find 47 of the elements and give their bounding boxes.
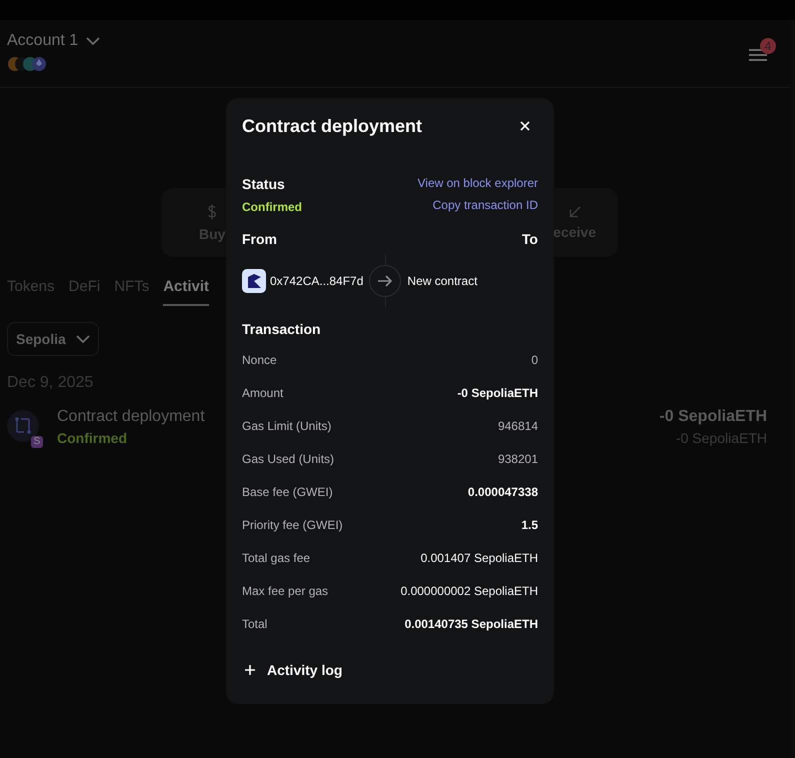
link[interactable]: Copy transaction ID xyxy=(432,198,538,212)
detail-value: 0.001407 SepoliaETH xyxy=(420,550,538,564)
detail-value: 0.000047338 xyxy=(468,484,538,498)
chevron-down-icon xyxy=(86,36,100,46)
notification-badge: 4 xyxy=(760,38,776,54)
account-selector[interactable]: Account 1 xyxy=(7,32,100,50)
section-label: Status xyxy=(242,176,286,192)
detail-value: 0.00140735 SepoliaETH xyxy=(404,616,538,630)
detail-value: 0 xyxy=(531,352,538,366)
detail-value: 938201 xyxy=(498,452,538,466)
dollar-icon xyxy=(207,204,218,220)
detail-value: 946814 xyxy=(498,418,538,432)
detail-value: -0 SepoliaETH xyxy=(457,386,538,400)
activity-title: Contract deployment xyxy=(57,408,205,426)
arrow-down-left-icon xyxy=(568,206,581,218)
menu-icon xyxy=(749,48,767,62)
section-label: To xyxy=(522,231,538,247)
detail-value: 1.5 xyxy=(521,518,538,532)
detail-label: Amount xyxy=(242,386,284,400)
recipient-text: New contract xyxy=(407,274,478,288)
detail-value: 0.000000002 SepoliaETH xyxy=(400,584,538,598)
status-text: Confirmed xyxy=(242,200,302,214)
detail-label: Total gas fee xyxy=(242,550,310,564)
network-icons xyxy=(7,56,49,72)
close-icon xyxy=(520,121,530,131)
detail-label: Priority fee (GWEI) xyxy=(242,518,343,532)
detail-label: Gas Limit (Units) xyxy=(242,418,332,432)
section-label: Transaction xyxy=(242,321,322,337)
detail-label: Total xyxy=(242,616,268,630)
detail-label: Gas Used (Units) xyxy=(242,452,334,466)
section-label: From xyxy=(242,231,277,247)
detail-label: Base fee (GWEI) xyxy=(242,484,333,498)
account-avatar-icon xyxy=(242,269,266,293)
detail-label: Max fee per gas xyxy=(242,584,328,598)
activity-amount: -0 SepoliaETH xyxy=(659,408,767,426)
detail-label: Nonce xyxy=(242,352,277,366)
chevron-down-icon xyxy=(76,334,90,344)
plus-icon xyxy=(245,665,255,675)
address-text: 0x742CA...84F7d xyxy=(270,274,364,288)
network-filter[interactable]: Sepolia xyxy=(7,322,99,356)
activity-log-toggle[interactable]: Activity log xyxy=(245,662,342,678)
tab[interactable]: Activit xyxy=(163,278,210,306)
activity-status: Confirmed xyxy=(57,430,128,446)
network-badge: S xyxy=(31,436,43,448)
link[interactable]: View on block explorer xyxy=(417,176,538,190)
dialog-title: Contract deployment xyxy=(242,116,422,136)
arrow-right-icon xyxy=(369,265,402,297)
